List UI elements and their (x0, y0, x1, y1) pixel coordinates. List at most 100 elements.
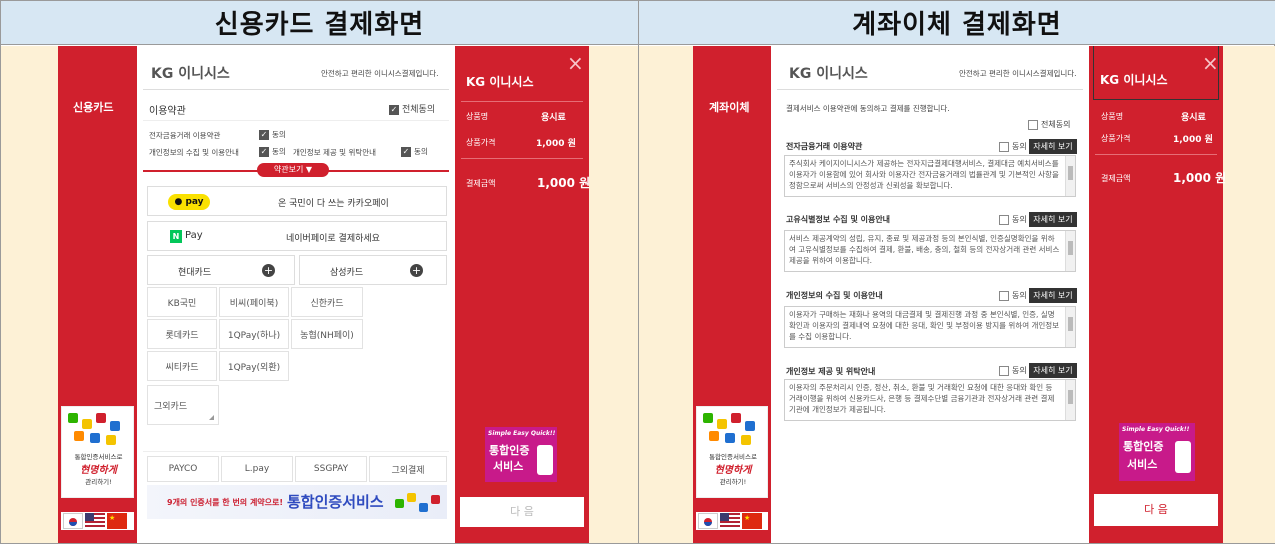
china-flag-icon[interactable]: ★ (742, 513, 762, 529)
intro-text: 결제서비스 이용약관에 동의하고 결제를 진행합니다. (786, 104, 950, 113)
terms-textbox[interactable]: 이용자가 구매하는 재화나 용역의 대금결제 및 결제진행 과정 중 본인식별,… (784, 306, 1076, 348)
checkbox-icon: ✓ (389, 104, 399, 115)
next-button[interactable]: 다 음 (1094, 494, 1218, 526)
promo-line1: 통합인증서비스로 (74, 453, 123, 461)
card-option[interactable]: 씨티카드 (147, 351, 217, 381)
term1-label: 전자금융거래 이용약관 (149, 131, 221, 140)
promo-apps-icon (66, 411, 130, 447)
detail-button[interactable]: 자세히 보기 (1029, 288, 1077, 303)
card-option[interactable]: 1QPay(외환) (219, 351, 289, 381)
section-agree-checkbox[interactable]: 동의 자세히 보기 (999, 212, 1077, 227)
card-option[interactable]: 신한카드 (291, 287, 363, 317)
phone-icon (1175, 441, 1191, 473)
product-name-key: 상품명 (466, 112, 489, 121)
tagline: 안전하고 편리한 이니시스결제입니다. (321, 69, 439, 78)
korea-flag-icon[interactable] (63, 513, 83, 529)
kakaopay-label: 온 국민이 다 쓰는 카카오페이 (278, 199, 389, 209)
kakaopay-button[interactable]: ● pay 온 국민이 다 쓰는 카카오페이 (147, 186, 447, 216)
korea-flag-icon[interactable] (698, 513, 718, 529)
section-agree-checkbox[interactable]: 동의 자세히 보기 (999, 288, 1077, 303)
term3-agree-checkbox[interactable]: ✓ 동의 (401, 146, 428, 157)
card-option[interactable]: 농협(NH페이) (291, 319, 363, 349)
ssgpay-button[interactable]: SSGPAY (295, 456, 367, 482)
kg-logo: KG 이니시스 (789, 66, 868, 82)
phone-icon (537, 445, 553, 475)
samsung-card-button[interactable]: 삼성카드 + (299, 255, 447, 285)
next-button-disabled[interactable]: 다 음 (460, 497, 584, 527)
scrollbar[interactable] (1065, 156, 1075, 196)
scrollbar[interactable] (1065, 380, 1075, 420)
plus-icon: + (262, 264, 275, 277)
info-logo: KG 이니시스 (1100, 73, 1168, 87)
left-panel-title: 신용카드 결제화면 (1, 1, 638, 45)
agree-all-checkbox[interactable]: 전체동의 (1028, 119, 1070, 130)
naverpay-label: 네이버페이로 결제하세요 (286, 234, 380, 244)
close-icon[interactable]: × (1202, 53, 1219, 73)
lpay-button[interactable]: L.pay (221, 456, 293, 482)
terms-title: 이용약관 (149, 106, 186, 117)
total-value: 1,000 원 (537, 176, 591, 190)
ad-title-line2: 서비스 (1127, 458, 1158, 471)
info-logo: KG 이니시스 (466, 75, 534, 89)
promo-line3: 관리하기! (719, 478, 747, 486)
ad-title-line2: 서비스 (493, 460, 524, 473)
divider (143, 451, 449, 452)
terms-textbox[interactable]: 주식회사 케이지이니시스가 제공하는 전자지급결제대행서비스, 결제대금 예치서… (784, 155, 1076, 197)
china-flag-icon[interactable]: ★ (107, 513, 127, 529)
usa-flag-icon[interactable] (85, 513, 105, 529)
section-agree-checkbox[interactable]: 동의 자세히 보기 (999, 363, 1077, 378)
kg-logo: KG 이니시스 (151, 66, 230, 82)
divider (1095, 154, 1217, 155)
ad-tagline: Simple Easy Quick!! (488, 430, 556, 437)
plus-icon: + (410, 264, 423, 277)
divider (143, 120, 449, 121)
section-agree-checkbox[interactable]: 동의 자세히 보기 (999, 139, 1077, 154)
integrated-cert-banner[interactable]: 9개의 인증서를 한 번의 계약으로! 통합인증서비스 (147, 485, 447, 519)
term2-label: 개인정보의 수집 및 이용안내 (149, 148, 239, 157)
usa-flag-icon[interactable] (720, 513, 740, 529)
scrollbar[interactable] (1065, 231, 1075, 271)
right-method-label: 계좌이체 (709, 101, 750, 114)
view-terms-button[interactable]: 약관보기 ▼ (257, 163, 329, 177)
banner-title: 통합인증서비스 (287, 493, 384, 511)
other-card-label: 그외카드 (154, 401, 188, 412)
detail-button[interactable]: 자세히 보기 (1029, 363, 1077, 378)
term2-agree-checkbox[interactable]: ✓ 동의 (259, 146, 286, 157)
divider (777, 89, 1083, 90)
section-title: 전자금융거래 이용약관 (786, 142, 863, 151)
terms-textbox[interactable]: 서비스 제공계약의 성립, 유지, 종료 및 제공과정 등의 본인식별, 인증실… (784, 230, 1076, 272)
term1-agree-checkbox[interactable]: ✓ 동의 (259, 129, 286, 140)
scrollbar[interactable] (1065, 307, 1075, 347)
card-option[interactable]: KB국민 (147, 287, 217, 317)
other-card-dropdown[interactable]: 그외카드 (147, 385, 219, 425)
agree-all-checkbox[interactable]: ✓ 전체동의 (389, 102, 435, 115)
other-payment-button[interactable]: 그외결제 (369, 456, 447, 482)
right-panel-title: 계좌이체 결제화면 (639, 1, 1275, 45)
total-key: 결제금액 (466, 179, 496, 188)
naverpay-logo: Pay (185, 230, 203, 241)
ad-title-line1: 통합인증 (489, 444, 530, 457)
agree-all-label: 전체동의 (1041, 120, 1071, 129)
close-icon[interactable]: × (567, 53, 584, 73)
right-ad-integrated-cert[interactable]: Simple Easy Quick!! 통합인증 서비스 (1119, 423, 1195, 481)
left-sidebar-promo[interactable]: 통합인증서비스로 현명하게 관리하기! (61, 406, 134, 498)
screenshot-root: 신용카드 결제화면 계좌이체 결제화면 신용카드 통합인증서비스로 현명하게 관… (0, 0, 1275, 544)
product-price-key: 상품가격 (1101, 134, 1131, 143)
total-key: 결제금액 (1101, 174, 1131, 183)
samsung-card-label: 삼성카드 (330, 268, 364, 278)
right-sidebar-promo[interactable]: 통합인증서비스로 현명하게 관리하기! (696, 406, 768, 498)
naverpay-button[interactable]: N Pay 네이버페이로 결제하세요 (147, 221, 447, 251)
detail-button[interactable]: 자세히 보기 (1029, 139, 1077, 154)
section-title: 개인정보의 수집 및 이용안내 (786, 291, 883, 300)
detail-button[interactable]: 자세히 보기 (1029, 212, 1077, 227)
left-ad-integrated-cert[interactable]: Simple Easy Quick!! 통합인증 서비스 (485, 427, 557, 482)
terms-textbox[interactable]: 이용자의 주문처리시 인증, 정산, 취소, 환불 및 거래확인 요청에 대한 … (784, 379, 1076, 421)
promo-line2: 현명하게 (80, 465, 117, 476)
payco-button[interactable]: PAYCO (147, 456, 219, 482)
section-title: 개인정보 제공 및 위탁안내 (786, 367, 876, 376)
card-option[interactable]: 1QPay(하나) (219, 319, 289, 349)
card-option[interactable]: 롯데카드 (147, 319, 217, 349)
divider (461, 158, 583, 159)
card-option[interactable]: 비씨(페이북) (219, 287, 289, 317)
hyundai-card-button[interactable]: 현대카드 + (147, 255, 295, 285)
